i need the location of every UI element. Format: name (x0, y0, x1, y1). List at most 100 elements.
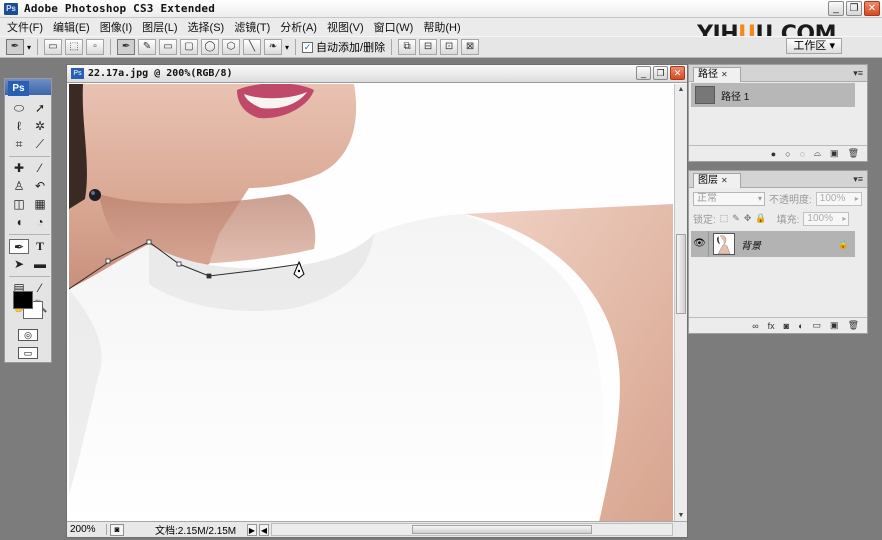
menu-layer[interactable]: 图层(L) (139, 19, 184, 35)
adjustment-layer-icon[interactable]: ◐ (798, 321, 803, 331)
lock-all-icon[interactable]: 🔒 (755, 213, 766, 224)
add-to-path-icon[interactable]: ⧉ (398, 39, 417, 55)
pen-tool-preset-icon[interactable]: ✒ (6, 39, 24, 55)
status-menu-arrow-icon[interactable]: ▶ (247, 523, 257, 536)
rounded-rect-tool-icon[interactable]: ▢ (180, 39, 199, 55)
layer-row[interactable]: 👁 背景 🔒 (691, 231, 855, 257)
vertical-scrollbar[interactable]: ▲ ▼ (674, 84, 687, 522)
anchor-point[interactable] (146, 239, 152, 245)
new-group-icon[interactable]: ▭ (813, 320, 822, 331)
link-layers-icon[interactable]: ∞ (752, 321, 758, 331)
minimize-button[interactable]: _ (828, 1, 844, 16)
status-options-icon[interactable]: ◙ (110, 523, 124, 536)
doc-minimize-button[interactable]: _ (636, 66, 651, 80)
menu-window[interactable]: 窗口(W) (371, 19, 421, 35)
path-list-item[interactable]: 路径 1 (691, 83, 855, 107)
paths-mode-icon[interactable]: ⬚ (65, 39, 84, 55)
rectangle-tool-icon[interactable]: ▭ (159, 39, 178, 55)
eye-visibility-icon[interactable]: 👁 (691, 231, 709, 257)
make-work-path-icon[interactable]: ⌓ (814, 148, 821, 159)
workspace-button[interactable]: 工作区 ▾ (786, 38, 842, 54)
anchor-point[interactable] (206, 273, 212, 279)
anchor-point[interactable] (105, 258, 111, 264)
fill-path-icon[interactable]: ● (771, 149, 776, 159)
document-title-bar[interactable]: Ps 22.17a.jpg @ 200%(RGB/8) _ ❐ ✕ (67, 65, 687, 83)
menu-image[interactable]: 图像(I) (97, 19, 139, 35)
scroll-down-icon[interactable]: ▼ (676, 511, 686, 521)
scroll-up-icon[interactable]: ▲ (676, 85, 686, 95)
menu-analysis[interactable]: 分析(A) (277, 19, 324, 35)
doc-maximize-button[interactable]: ❐ (653, 66, 668, 80)
pen-tool-icon[interactable]: ✒ (117, 39, 136, 55)
subtract-path-icon[interactable]: ⊟ (419, 39, 438, 55)
history-brush-icon[interactable]: ↶ (30, 179, 50, 194)
eraser-tool-icon[interactable]: ◫ (9, 197, 29, 212)
lock-pixels-icon[interactable]: ✎ (732, 213, 740, 224)
new-layer-icon[interactable]: ▣ (830, 320, 839, 331)
anchor-point[interactable] (176, 261, 182, 267)
type-tool-icon[interactable]: T (30, 239, 50, 254)
layer-mask-icon[interactable]: ◙ (784, 321, 789, 331)
new-path-icon[interactable]: ▣ (830, 148, 839, 159)
exclude-path-icon[interactable]: ⊠ (461, 39, 480, 55)
horizontal-scroll-thumb[interactable] (412, 525, 592, 534)
marquee-tool-icon[interactable]: ⬭ (9, 101, 29, 116)
lock-transparency-icon[interactable]: ⬚ (720, 213, 729, 224)
move-tool-icon[interactable]: ➚ (30, 101, 50, 116)
polygon-tool-icon[interactable]: ⬡ (222, 39, 241, 55)
fill-pixels-icon[interactable]: ▫ (86, 39, 105, 55)
layer-style-icon[interactable]: fx (768, 321, 775, 331)
menu-filter[interactable]: 滤镜(T) (231, 19, 277, 35)
tab-layers[interactable]: 图层 ✕ (693, 173, 741, 188)
menu-edit[interactable]: 编辑(E) (50, 19, 97, 35)
slice-tool-icon[interactable]: ⟋ (30, 137, 50, 152)
shape-tool-icon[interactable]: ▬ (30, 257, 50, 272)
load-selection-icon[interactable]: ◌ (800, 149, 805, 159)
maximize-button[interactable]: ❐ (846, 1, 862, 16)
custom-shape-icon[interactable]: ❧ (264, 39, 283, 55)
clone-stamp-icon[interactable]: ♙ (9, 179, 29, 194)
opacity-field[interactable]: 100% ▸ (815, 191, 862, 206)
line-tool-icon[interactable]: ╲ (243, 39, 262, 55)
tab-paths[interactable]: 路径 ✕ (693, 67, 741, 82)
gradient-tool-icon[interactable]: ▦ (30, 197, 50, 212)
doc-close-button[interactable]: ✕ (670, 66, 685, 80)
vertical-scroll-thumb[interactable] (676, 234, 686, 314)
dodge-tool-icon[interactable]: ◔ (30, 215, 50, 230)
scroll-left-icon[interactable]: ◀ (259, 523, 269, 536)
blend-mode-select[interactable]: 正常 ▾ (693, 191, 765, 206)
blur-tool-icon[interactable]: ◖ (9, 215, 29, 230)
menu-view[interactable]: 视图(V) (324, 19, 371, 35)
menu-select[interactable]: 选择(S) (185, 19, 232, 35)
zoom-level-field[interactable]: 200% (67, 524, 107, 535)
crop-tool-icon[interactable]: ⌗ (9, 137, 29, 152)
menu-help[interactable]: 帮助(H) (420, 19, 467, 35)
delete-layer-icon[interactable]: 🗑 (848, 320, 859, 331)
stroke-path-icon[interactable]: ○ (785, 149, 790, 159)
healing-brush-icon[interactable]: ✚ (9, 161, 29, 176)
delete-path-icon[interactable]: 🗑 (848, 148, 859, 159)
close-button[interactable]: ✕ (864, 1, 880, 16)
screen-mode-icon[interactable]: ▭ (18, 347, 38, 359)
horizontal-scrollbar[interactable] (271, 523, 673, 536)
geometry-options-icon[interactable]: ▾ (285, 43, 289, 52)
panel-menu-icon[interactable]: ▾≡ (853, 66, 863, 80)
image-canvas[interactable] (69, 84, 673, 522)
auto-add-delete-option[interactable]: ✓ 自动添加/删除 (302, 39, 385, 55)
path-selection-icon[interactable]: ➤ (9, 257, 29, 272)
close-tab-icon[interactable]: ✕ (721, 176, 728, 185)
foreground-color-swatch[interactable] (13, 291, 33, 309)
pen-tool-icon[interactable]: ✒ (9, 239, 29, 254)
intersect-path-icon[interactable]: ⊡ (440, 39, 459, 55)
shape-layers-icon[interactable]: ▭ (44, 39, 63, 55)
panel-menu-icon[interactable]: ▾≡ (853, 172, 863, 186)
brush-tool-icon[interactable]: ⁄ (30, 161, 50, 176)
lock-position-icon[interactable]: ✥ (744, 213, 752, 224)
lasso-tool-icon[interactable]: ℓ (9, 119, 29, 134)
photoshop-logo[interactable]: Ps (8, 81, 29, 96)
fill-field[interactable]: 100% ▸ (803, 211, 850, 226)
freeform-pen-icon[interactable]: ✎ (138, 39, 157, 55)
magic-wand-icon[interactable]: ✲ (30, 119, 50, 134)
menu-file[interactable]: 文件(F) (4, 19, 50, 35)
ellipse-tool-icon[interactable]: ◯ (201, 39, 220, 55)
